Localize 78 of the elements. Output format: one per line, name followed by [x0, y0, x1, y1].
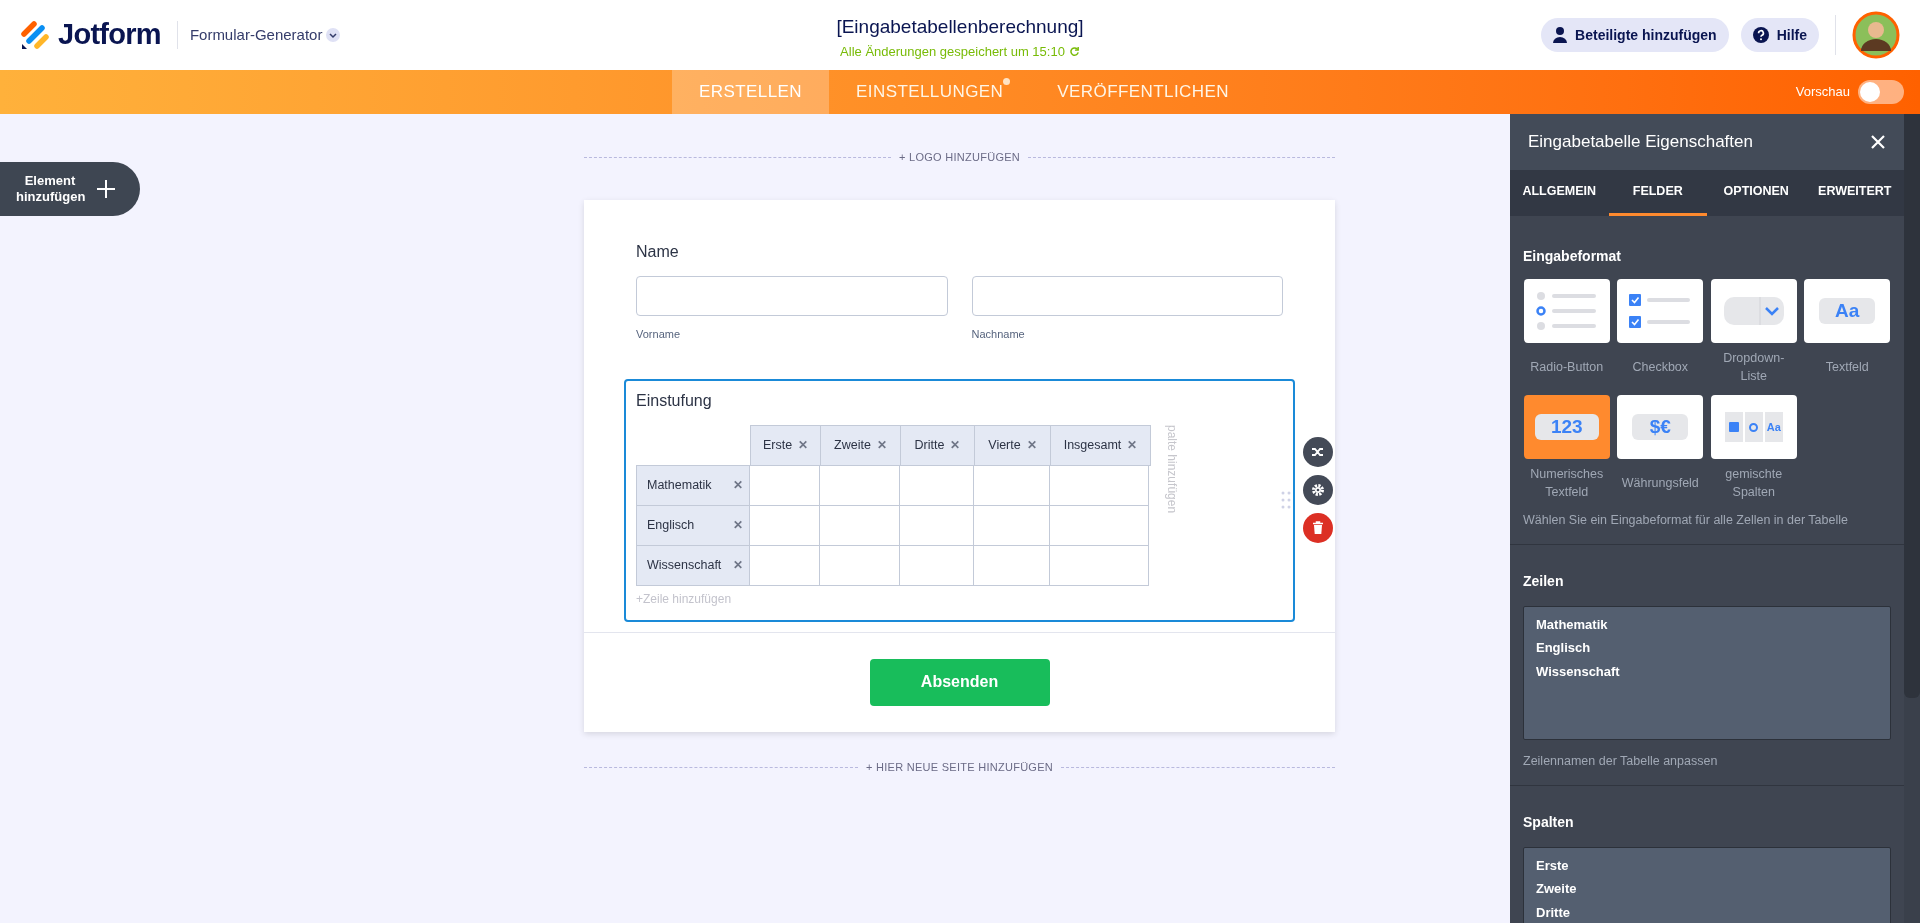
person-icon: [1553, 27, 1568, 43]
save-status: Alle Änderungen gespeichert um 15:10: [840, 41, 1080, 61]
radio-icon: [1744, 412, 1763, 442]
preview-toggle[interactable]: [1858, 80, 1904, 104]
close-icon[interactable]: [1870, 134, 1886, 150]
help-icon: [1752, 27, 1769, 43]
preview-label: Vorschau: [1795, 83, 1850, 102]
field-sublabel: Vorname: [636, 327, 682, 342]
text-field[interactable]: [971, 276, 1283, 316]
brand-name: Jotform: [58, 17, 161, 53]
checkbox-list-icon: [1629, 294, 1692, 328]
table-grid[interactable]: [749, 464, 1149, 586]
panel-tab[interactable]: FELDER: [1608, 170, 1707, 216]
field-label: Name: [636, 242, 680, 262]
form-title[interactable]: [Eingabetabellenberechnung]: [836, 13, 1084, 42]
column-header[interactable]: Erste ✕: [750, 424, 821, 466]
builder-menu[interactable]: Formular-Generator: [189, 23, 341, 47]
format-sample: 123: [1534, 414, 1599, 440]
row-header[interactable]: Englisch ✕: [636, 504, 750, 546]
row-header[interactable]: Mathematik ✕: [636, 464, 750, 506]
plus-icon: [96, 179, 116, 199]
remove-icon[interactable]: ✕: [733, 476, 743, 494]
remove-icon[interactable]: ✕: [950, 436, 961, 454]
format-sample: Aa: [1764, 412, 1783, 442]
panel-tab[interactable]: ERWEITERT: [1805, 170, 1904, 216]
column-header[interactable]: Vierte ✕: [974, 424, 1051, 466]
remove-icon[interactable]: ✕: [1026, 436, 1037, 454]
textarea-line: Dritte: [1536, 903, 1571, 922]
logo-icon: [20, 19, 50, 51]
help-text: Wählen Sie ein Eingabeformat für alle Zellen in der Tabelle: [1523, 512, 1849, 529]
column-header[interactable]: Dritte ✕: [900, 424, 975, 466]
panel-tab[interactable]: OPTIONEN: [1707, 170, 1806, 216]
add-logo-link[interactable]: + LOGO HINZUFÜGEN: [890, 148, 1029, 166]
column-header[interactable]: Zweite ✕: [820, 424, 901, 466]
section-heading: Eingabeformat: [1523, 247, 1622, 266]
textarea-line: Erste: [1536, 856, 1570, 875]
format-sample: $€: [1632, 414, 1689, 440]
textarea-line: Mathematik: [1536, 615, 1609, 634]
dropdown-icon: [1723, 297, 1784, 325]
remove-icon[interactable]: ✕: [798, 436, 809, 454]
textarea-line: Wissenschaft: [1536, 662, 1621, 681]
settings-button[interactable]: [1303, 474, 1333, 505]
trash-icon: [1312, 521, 1324, 534]
columns-textarea[interactable]: Erste Zweite Dritte: [1523, 846, 1891, 923]
delete-button[interactable]: [1303, 512, 1333, 543]
row-header[interactable]: Wissenschaft ✕: [636, 544, 750, 586]
shuffle-icon: [1311, 445, 1325, 458]
remove-icon[interactable]: ✕: [1127, 436, 1138, 454]
textarea-line: Zweite: [1536, 880, 1578, 898]
section-heading: Spalten: [1523, 812, 1575, 832]
scrollbar[interactable]: [1904, 114, 1920, 923]
section-heading: Zeilen: [1523, 571, 1565, 591]
submit-button[interactable]: Absenden: [869, 658, 1050, 706]
radio-list-icon: [1535, 291, 1598, 331]
avatar[interactable]: [1852, 11, 1900, 59]
remove-icon[interactable]: ✕: [876, 436, 887, 454]
checkbox-icon: [1724, 412, 1743, 442]
add-page-link[interactable]: + HIER NEUE SEITE HINZUFÜGEN: [857, 759, 1062, 776]
field-label: Einstufung: [636, 390, 713, 411]
shuffle-button[interactable]: [1303, 436, 1333, 467]
remove-icon[interactable]: ✕: [733, 516, 743, 534]
settings-icon: [1311, 482, 1325, 497]
panel-tab[interactable]: ALLGEMEIN: [1510, 170, 1609, 216]
help-button[interactable]: Hilfe: [1740, 18, 1819, 52]
textarea-line: Englisch: [1536, 639, 1592, 658]
rows-textarea[interactable]: Mathematik Englisch Wissenschaft: [1523, 605, 1891, 740]
field-sublabel: Nachname: [971, 327, 1026, 342]
chevron-down-icon: [326, 28, 341, 42]
format-sample: Aa: [1819, 298, 1876, 324]
column-header[interactable]: Insgesamt ✕: [1050, 424, 1151, 466]
drag-handle-icon[interactable]: [1281, 490, 1291, 509]
remove-icon[interactable]: ✕: [733, 556, 743, 574]
add-element-button[interactable]: Element hinzufügen: [0, 162, 140, 216]
add-participants-button[interactable]: Beteiligte hinzufügen: [1541, 18, 1729, 52]
text-field[interactable]: [636, 276, 948, 316]
panel-title: Eingabetabelle Eigenschaften: [1528, 131, 1753, 154]
help-text: Zeilennamen der Tabelle anpassen: [1523, 752, 1719, 770]
refresh-icon: [1068, 45, 1080, 57]
